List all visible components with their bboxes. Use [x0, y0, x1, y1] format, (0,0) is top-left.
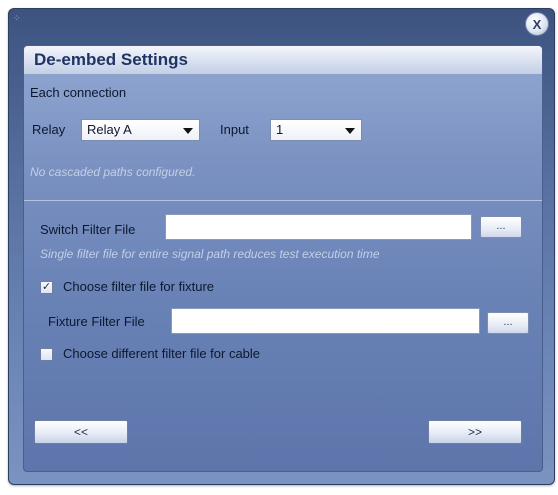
cable-checkbox-label: Choose different filter file for cable — [63, 346, 261, 361]
deembed-settings-panel: De-embed Settings Each connection Relay … — [23, 45, 543, 472]
section-divider — [24, 200, 542, 201]
panel-title: De-embed Settings — [34, 50, 188, 69]
relay-dropdown-icon — [183, 128, 193, 134]
fixture-filter-label: Fixture Filter File — [48, 314, 145, 329]
input-select-value: 1 — [276, 122, 284, 137]
input-label: Input — [220, 122, 249, 137]
cable-checkbox[interactable] — [40, 348, 53, 361]
fixture-checkbox[interactable]: ✓ — [40, 281, 53, 294]
relay-select-value: Relay A — [87, 122, 132, 137]
switch-filter-hint: Single filter file for entire signal pat… — [40, 247, 380, 261]
relay-label: Relay — [32, 122, 66, 137]
input-dropdown-icon — [345, 128, 355, 134]
fixture-filter-input[interactable] — [171, 308, 480, 334]
screen: ⁘ X De-embed Settings Each connection Re… — [0, 0, 558, 495]
switch-filter-input[interactable] — [165, 214, 472, 240]
window-grip-icon: ⁘ — [13, 13, 21, 23]
switch-filter-label: Switch Filter File — [40, 222, 136, 237]
no-paths-message: No cascaded paths configured. — [30, 165, 196, 179]
fixture-checkbox-label: Choose filter file for fixture — [63, 279, 215, 294]
next-button[interactable]: >> — [428, 420, 522, 444]
fixture-filter-browse-button[interactable]: ... — [487, 312, 529, 334]
section-label: Each connection — [30, 85, 127, 100]
close-button[interactable]: X — [525, 12, 549, 36]
back-button[interactable]: << — [34, 420, 128, 444]
panel-title-bar: De-embed Settings — [24, 46, 542, 75]
relay-select[interactable]: Relay A — [81, 119, 200, 141]
input-select[interactable]: 1 — [270, 119, 362, 141]
close-icon: X — [532, 16, 542, 32]
switch-filter-browse-button[interactable]: ... — [480, 216, 522, 238]
